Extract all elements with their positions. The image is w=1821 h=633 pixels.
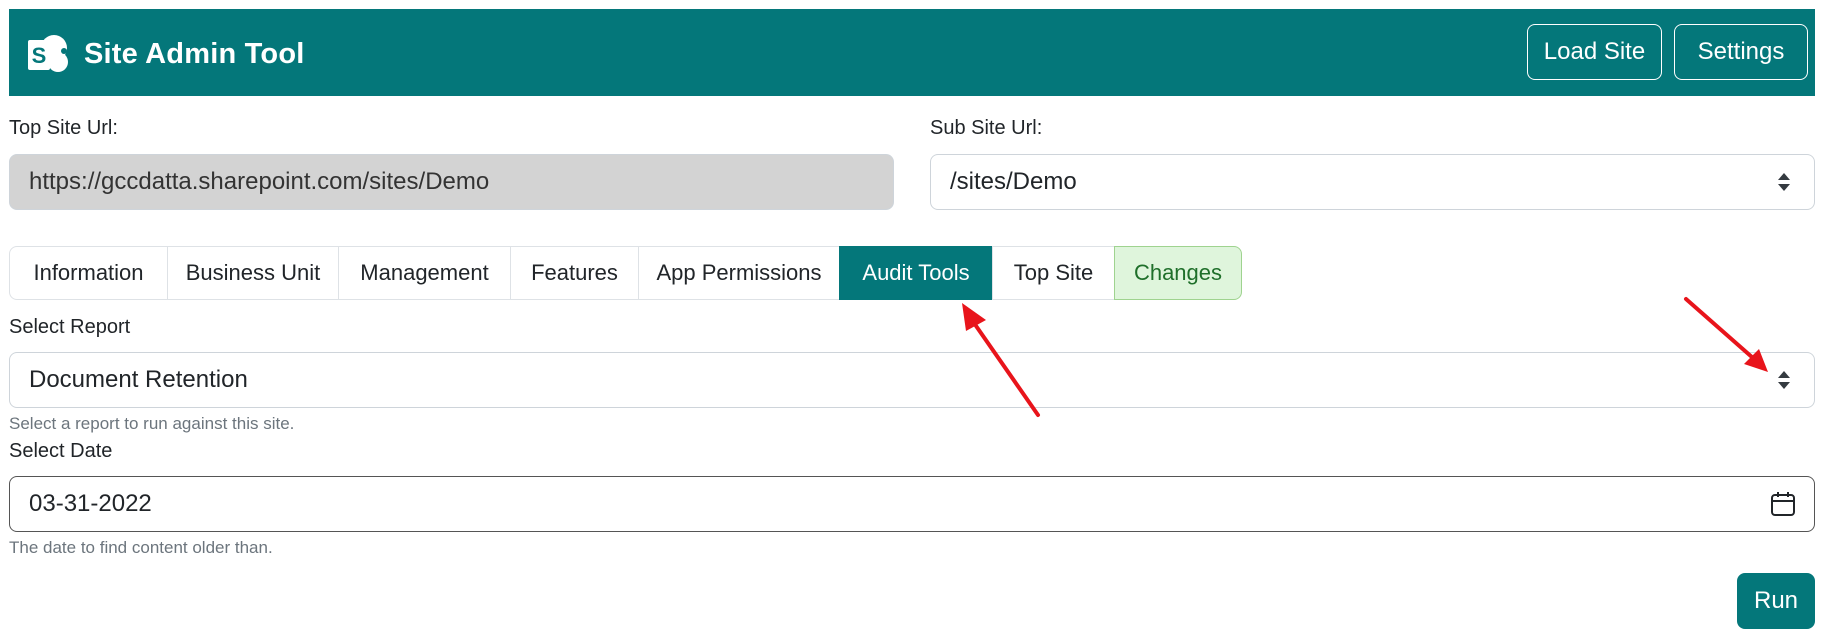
- select-arrows-icon: [1778, 173, 1790, 191]
- sub-site-url-value: /sites/Demo: [950, 168, 1077, 195]
- sharepoint-logo-icon: S: [28, 35, 68, 72]
- tab-changes[interactable]: Changes: [1114, 246, 1242, 300]
- select-report-value: Document Retention: [29, 366, 248, 393]
- calendar-icon[interactable]: [1770, 491, 1796, 517]
- brand[interactable]: S Site Admin Tool: [26, 31, 305, 77]
- select-date-label: Select Date: [9, 440, 113, 462]
- sub-site-url-label: Sub Site Url:: [930, 117, 1043, 139]
- top-navbar: S Site Admin Tool Load Site Settings: [9, 9, 1815, 96]
- tab-business-unit[interactable]: Business Unit: [167, 246, 339, 300]
- select-report-label: Select Report: [9, 316, 131, 338]
- select-arrows-icon: [1778, 371, 1790, 389]
- tab-bar: Information Business Unit Management Fea…: [9, 246, 1242, 300]
- sub-site-url-select[interactable]: /sites/Demo: [930, 154, 1815, 210]
- select-date-input[interactable]: 03-31-2022: [9, 476, 1815, 532]
- app-title: Site Admin Tool: [84, 37, 305, 70]
- top-site-url-label: Top Site Url:: [9, 117, 118, 139]
- select-report-help: Select a report to run against this site…: [9, 414, 295, 433]
- tab-management[interactable]: Management: [338, 246, 511, 300]
- tab-top-site[interactable]: Top Site: [992, 246, 1115, 300]
- tab-features[interactable]: Features: [510, 246, 639, 300]
- tab-audit-tools[interactable]: Audit Tools: [839, 246, 993, 300]
- select-report-dropdown[interactable]: Document Retention: [9, 352, 1815, 408]
- app-window: S Site Admin Tool Load Site Settings Top…: [0, 0, 1821, 633]
- select-date-value: 03-31-2022: [29, 490, 152, 517]
- select-date-help: The date to find content older than.: [9, 538, 273, 557]
- settings-button[interactable]: Settings: [1674, 24, 1808, 80]
- top-site-url-input[interactable]: https://gccdatta.sharepoint.com/sites/De…: [9, 154, 894, 210]
- top-site-url-value: https://gccdatta.sharepoint.com/sites/De…: [29, 168, 490, 195]
- tab-information[interactable]: Information: [9, 246, 168, 300]
- tab-app-permissions[interactable]: App Permissions: [638, 246, 840, 300]
- load-site-button[interactable]: Load Site: [1527, 24, 1662, 80]
- svg-text:S: S: [32, 43, 47, 68]
- run-button[interactable]: Run: [1737, 573, 1815, 629]
